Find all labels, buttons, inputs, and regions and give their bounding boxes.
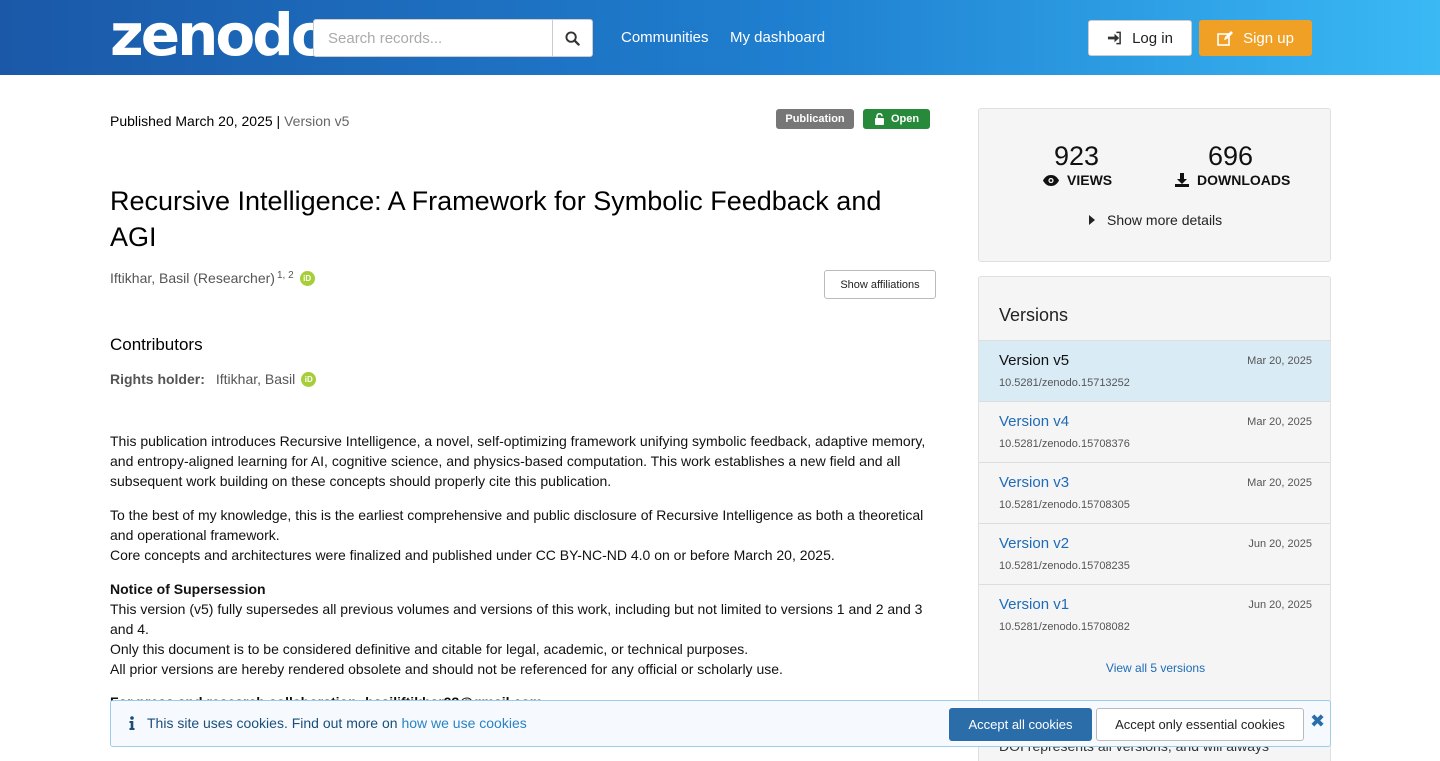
cookie-message: This site uses cookies. Find out more on…	[129, 715, 527, 731]
version-name[interactable]: Version v3	[999, 474, 1069, 491]
cookie-banner: This site uses cookies. Find out more on…	[110, 700, 1331, 747]
sign-in-icon	[1108, 31, 1121, 45]
version-item-v3[interactable]: Version v3 Mar 20, 2025 10.5281/zenodo.1…	[979, 462, 1330, 523]
signup-label: Sign up	[1243, 29, 1294, 47]
resource-type-badge: Publication	[776, 109, 854, 129]
version-doi: 10.5281/zenodo.15708082	[999, 621, 1130, 633]
cookie-text: This site uses cookies. Find out more on	[147, 715, 398, 731]
download-icon	[1175, 173, 1189, 187]
downloads-label: DOWNLOADS	[1197, 172, 1291, 188]
rights-holder: Rights holder: Iftikhar, Basil iD	[110, 371, 317, 387]
creator-name[interactable]: Iftikhar, Basil (Researcher)	[110, 270, 275, 286]
orcid-icon[interactable]: iD	[299, 270, 315, 286]
rights-holder-name[interactable]: Iftikhar, Basil	[216, 371, 295, 387]
access-status-badge: Open	[863, 109, 930, 129]
eye-icon	[1043, 174, 1059, 186]
accept-essential-cookies-button[interactable]: Accept only essential cookies	[1096, 708, 1304, 741]
show-more-details-label: Show more details	[1107, 212, 1223, 228]
version-item-v2[interactable]: Version v2 Jun 20, 2025 10.5281/zenodo.1…	[979, 523, 1330, 584]
signup-button[interactable]: Sign up	[1199, 20, 1312, 56]
publication-date: Published March 20, 2025	[110, 113, 273, 129]
downloads-label-row: DOWNLOADS	[1175, 172, 1290, 188]
version-name[interactable]: Version v4	[999, 413, 1069, 430]
version-name: Version v5	[999, 352, 1070, 369]
version-date: Mar 20, 2025	[1247, 355, 1312, 367]
orcid-icon[interactable]: iD	[301, 371, 317, 387]
nav-communities[interactable]: Communities	[621, 29, 709, 46]
caret-right-icon	[1089, 215, 1095, 225]
edit-icon	[1217, 30, 1234, 46]
info-icon	[129, 716, 135, 730]
version-date: Mar 20, 2025	[1247, 416, 1312, 428]
unlock-icon	[874, 113, 884, 125]
version-doi: 10.5281/zenodo.15708376	[999, 438, 1130, 450]
version-doi: 10.5281/zenodo.15708305	[999, 499, 1130, 511]
description-paragraph: This publication introduces Recursive In…	[110, 433, 926, 489]
view-all-versions-link[interactable]: View all 5 versions	[979, 661, 1330, 675]
version-date: Jun 20, 2025	[1248, 599, 1312, 611]
close-icon[interactable]: ✖	[1310, 711, 1325, 732]
search-icon	[565, 30, 580, 46]
login-button[interactable]: Log in	[1088, 20, 1192, 56]
version-date: Jun 20, 2025	[1248, 538, 1312, 550]
versions-heading: Versions	[999, 305, 1069, 325]
version-name[interactable]: Version v1	[999, 596, 1069, 613]
version-date: Mar 20, 2025	[1247, 477, 1312, 489]
record-title: Recursive Intelligence: A Framework for …	[110, 186, 882, 252]
cookie-policy-link[interactable]: how we use cookies	[401, 715, 526, 731]
description-paragraph: To the best of my knowledge, this is the…	[110, 507, 924, 563]
version-doi: 10.5281/zenodo.15708235	[999, 560, 1130, 572]
record-description: This publication introduces Recursive In…	[110, 431, 930, 693]
show-affiliations-button[interactable]: Show affiliations	[824, 270, 936, 299]
top-navbar: zenodo Communities My dashboard Log in S…	[0, 0, 1440, 75]
nav-my-dashboard[interactable]: My dashboard	[730, 29, 825, 46]
publication-date-line: Published March 20, 2025 | Version v5	[110, 113, 350, 129]
versions-card: Versions Version v5 Mar 20, 2025 10.5281…	[978, 276, 1331, 761]
accept-all-cookies-button[interactable]: Accept all cookies	[949, 708, 1092, 741]
version-doi: 10.5281/zenodo.15713252	[999, 377, 1130, 389]
creator-affiliation-ref: 1, 2	[276, 269, 294, 281]
search-button[interactable]	[552, 19, 593, 57]
record-version: Version v5	[284, 113, 350, 129]
version-name[interactable]: Version v2	[999, 535, 1069, 552]
version-item-v4[interactable]: Version v4 Mar 20, 2025 10.5281/zenodo.1…	[979, 401, 1330, 462]
zenodo-logo[interactable]: zenodo	[110, 6, 331, 64]
access-status-label: Open	[890, 113, 920, 125]
search-input[interactable]	[313, 19, 553, 57]
views-label-row: VIEWS	[1043, 172, 1112, 188]
views-count: 923	[1054, 141, 1100, 171]
downloads-count: 696	[1208, 141, 1254, 171]
views-label: VIEWS	[1067, 172, 1113, 188]
login-label: Log in	[1132, 29, 1173, 47]
version-item-v1[interactable]: Version v1 Jun 20, 2025 10.5281/zenodo.1…	[979, 584, 1330, 645]
show-more-details[interactable]: Show more details	[1089, 212, 1222, 228]
contributors-heading: Contributors	[110, 335, 203, 354]
version-item-v5[interactable]: Version v5 Mar 20, 2025 10.5281/zenodo.1…	[979, 340, 1330, 401]
notice-of-supersession: Notice of Supersession This version (v5) …	[110, 581, 923, 677]
rights-holder-label: Rights holder:	[110, 371, 205, 387]
notice-heading: Notice of Supersession	[110, 581, 266, 597]
stats-card: 923 VIEWS 696 DOWNLOADS Show more detail…	[978, 108, 1331, 262]
creator: Iftikhar, Basil (Researcher) 1, 2 iD	[110, 270, 315, 286]
